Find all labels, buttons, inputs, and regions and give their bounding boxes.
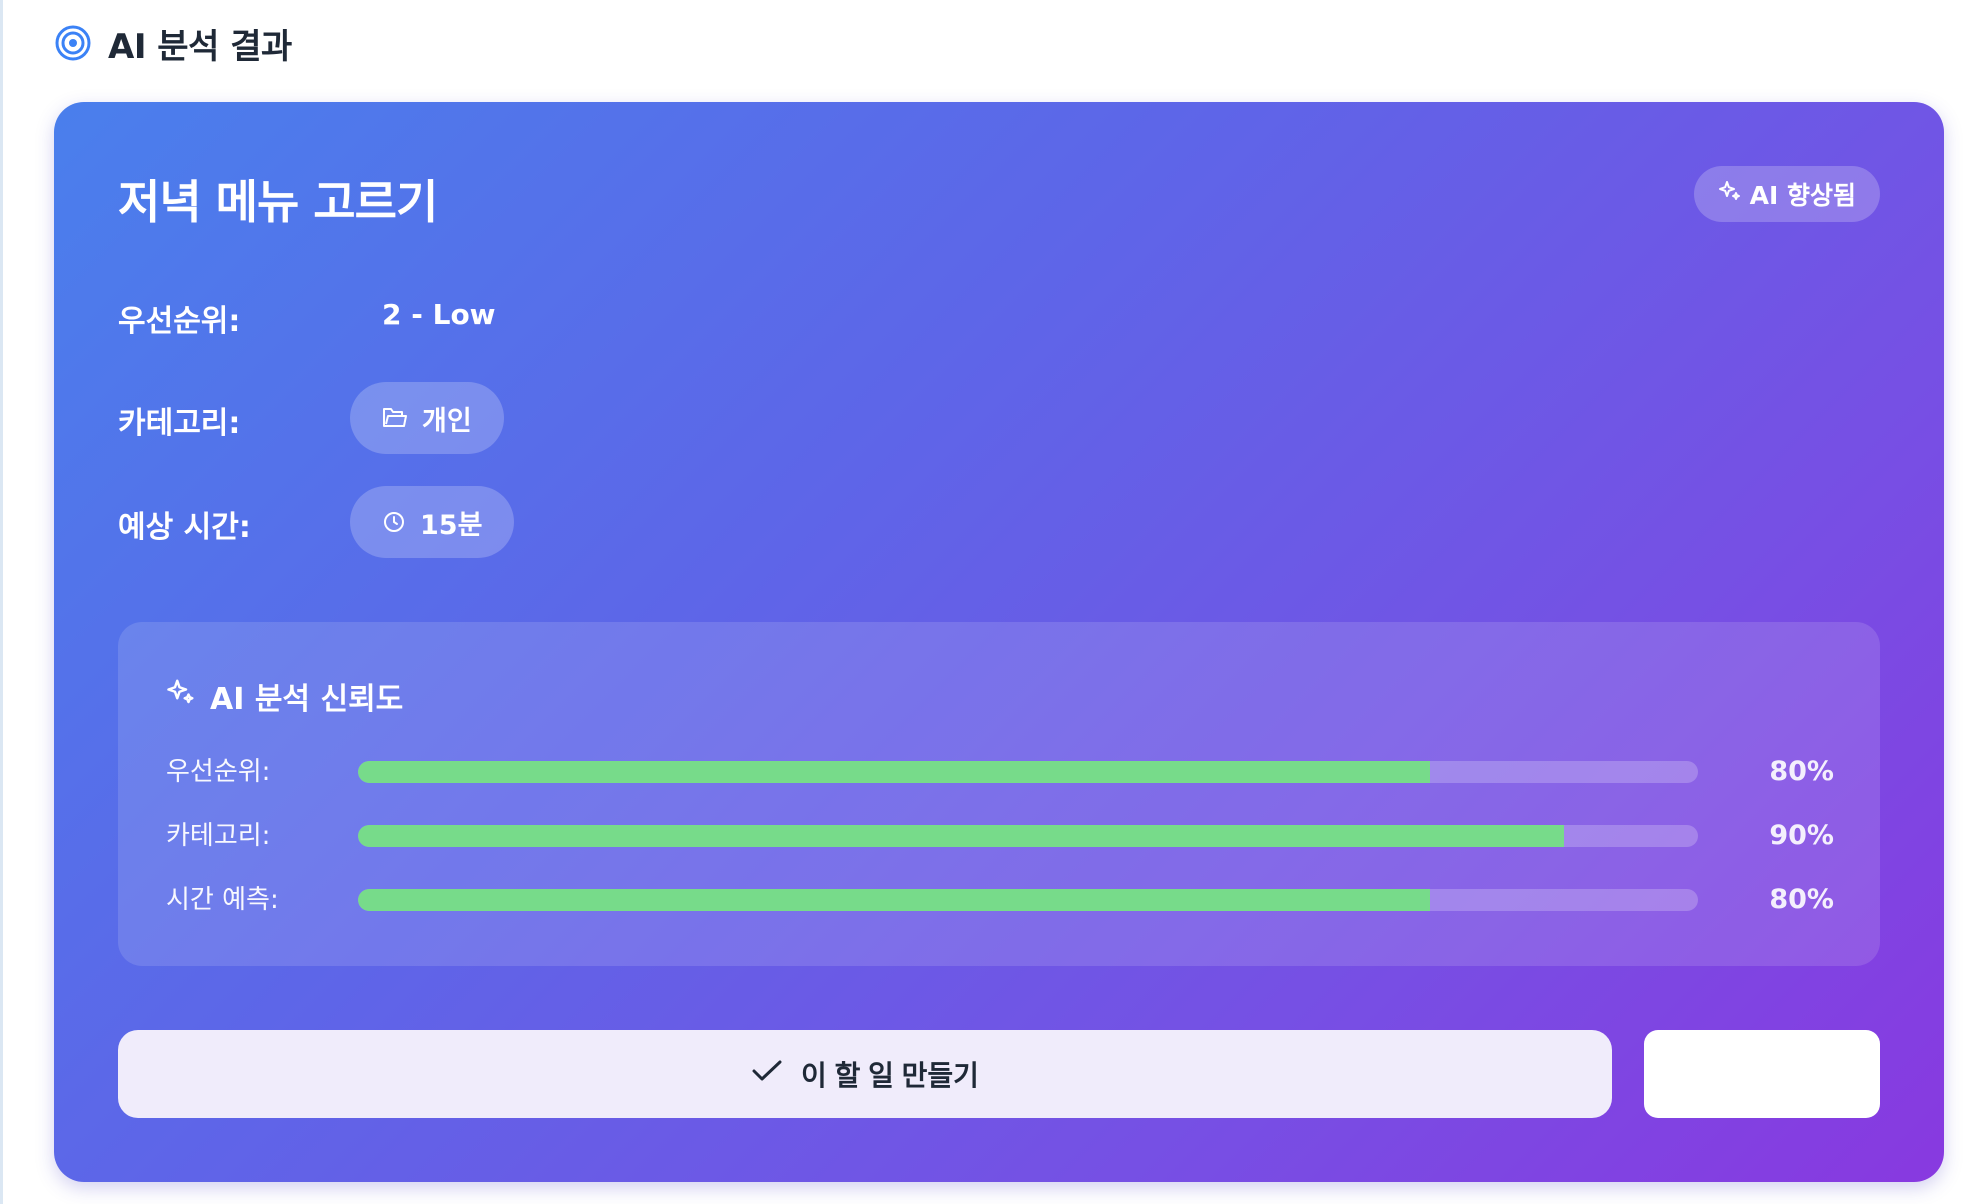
confidence-track [358,825,1698,847]
section-header: AI 분석 결과 [54,18,292,68]
confidence-row-category: 카테고리: 90% [166,820,1834,852]
time-value: 15분 [420,509,483,541]
left-divider [0,0,3,1204]
confidence-panel: AI 분석 신뢰도 우선순위: 80% 카테고리: 90% 시간 예측: 80% [118,622,1880,966]
confidence-percent: 90% [1769,820,1834,851]
confidence-row-label: 우선순위: [166,757,271,787]
priority-label: 우선순위: [118,304,241,339]
confidence-track [358,889,1698,911]
sparkles-icon [166,677,196,715]
create-task-button[interactable]: 이 할 일 만들기 [118,1030,1612,1118]
confidence-percent: 80% [1769,756,1834,787]
sparkles-icon [1718,179,1742,209]
check-icon [751,1058,783,1091]
confidence-track [358,761,1698,783]
confidence-title-label: AI 분석 신뢰도 [210,682,404,717]
category-label: 카테고리: [118,406,241,441]
clock-icon [382,510,406,534]
category-value: 개인 [422,405,472,437]
folder-icon [382,407,408,429]
analysis-result-card: 저녁 메뉴 고르기 AI 향상됨 우선순위: 2 - Low 카테고리: 개인 … [54,102,1944,1182]
time-pill: 15분 [350,486,515,558]
confidence-bar [358,825,1564,847]
confidence-row-label: 시간 예측: [166,885,279,915]
confidence-bar [358,761,1430,783]
create-task-label: 이 할 일 만들기 [801,1060,979,1091]
target-icon [54,24,92,62]
ai-enhanced-label: AI 향상됨 [1749,181,1856,210]
category-pill: 개인 [350,382,504,454]
time-label: 예상 시간: [118,510,251,545]
confidence-bar [358,889,1430,911]
confidence-row-time: 시간 예측: 80% [166,884,1834,916]
confidence-percent: 80% [1769,884,1834,915]
confidence-row-priority: 우선순위: 80% [166,756,1834,788]
section-title: AI 분석 결과 [108,26,292,67]
priority-value: 2 - Low [382,298,496,331]
confidence-row-label: 카테고리: [166,821,271,851]
secondary-action-button[interactable] [1644,1030,1880,1118]
task-title: 저녁 메뉴 고르기 [118,175,438,229]
confidence-title: AI 분석 신뢰도 [166,674,403,718]
ai-enhanced-badge: AI 향상됨 [1693,166,1880,222]
